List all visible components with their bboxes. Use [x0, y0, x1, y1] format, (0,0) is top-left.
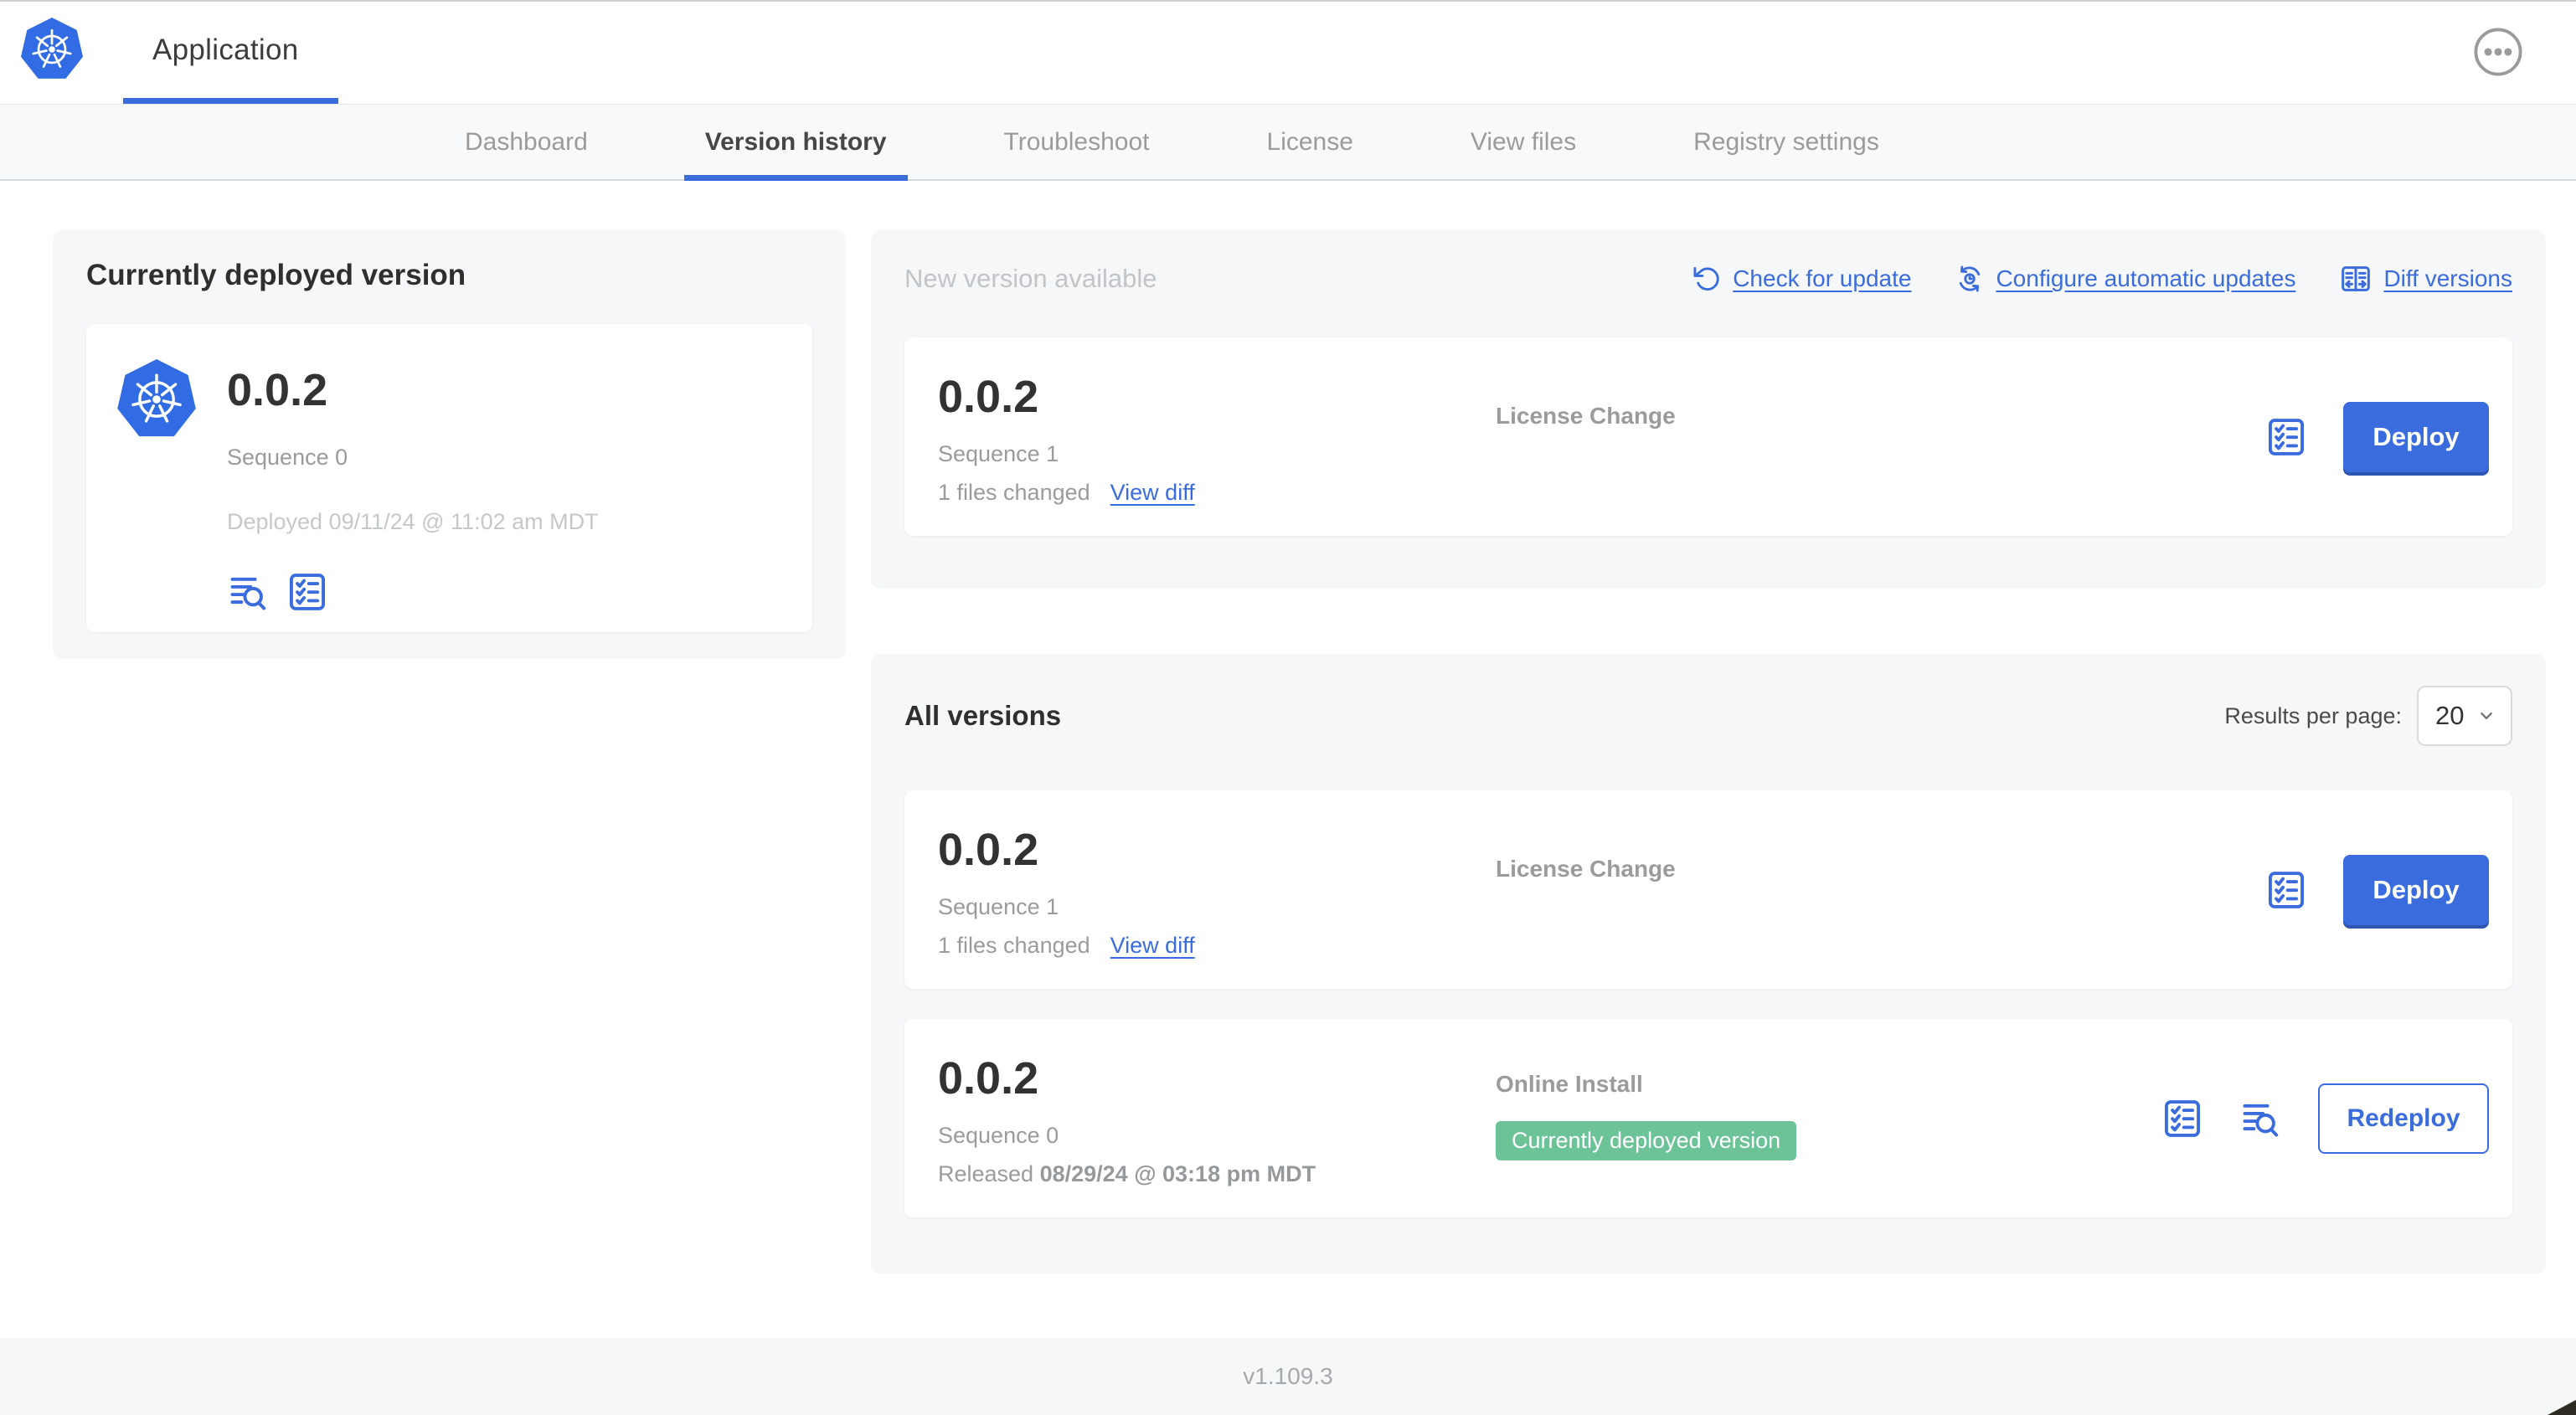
deploy-button[interactable]: Deploy	[2343, 401, 2489, 472]
redeploy-button[interactable]: Redeploy	[2318, 1083, 2489, 1154]
diff-versions-link[interactable]: Diff versions	[2339, 262, 2512, 296]
kubernetes-logo-icon	[20, 15, 84, 84]
window-top-edge	[0, 0, 2576, 2]
cursor-artifact	[2548, 1400, 2576, 1415]
version-number: 0.0.2	[938, 825, 1039, 875]
checklist-icon	[286, 570, 329, 614]
footer-bar: v1.109.3	[0, 1338, 2576, 1415]
schedule-update-icon	[1955, 264, 1985, 294]
tab-license[interactable]: License	[1246, 105, 1374, 179]
logs-icon	[2239, 1097, 2283, 1140]
currently-deployed-card: 0.0.2 Sequence 0 Deployed 09/11/24 @ 11:…	[86, 324, 812, 632]
results-per-page-label: Results per page:	[2224, 702, 2402, 728]
diff-icon	[2339, 262, 2372, 296]
version-row: 0.0.2 Sequence 1 1 files changed View di…	[904, 790, 2512, 989]
console-version-label: v1.109.3	[1243, 1363, 1333, 1389]
app-header: Application	[0, 0, 2576, 104]
check-for-update-link[interactable]: Check for update	[1692, 264, 1911, 294]
tab-view-files[interactable]: View files	[1450, 105, 1597, 179]
ellipsis-icon	[2472, 26, 2524, 78]
released-timestamp: Released 08/29/24 @ 03:18 pm MDT	[938, 1161, 1316, 1186]
preflight-checks-button[interactable]	[286, 570, 329, 614]
version-row: 0.0.2 Sequence 0 Released 08/29/24 @ 03:…	[904, 1019, 2512, 1217]
tab-troubleshoot[interactable]: Troubleshoot	[983, 105, 1171, 179]
logs-icon	[227, 570, 270, 614]
tab-version-history[interactable]: Version history	[683, 105, 908, 181]
view-logs-button[interactable]	[227, 570, 270, 614]
results-per-page-value: 20	[2435, 701, 2465, 730]
view-diff-link[interactable]: View diff	[1110, 480, 1195, 506]
kubernetes-app-icon	[116, 358, 197, 441]
currently-deployed-panel: Currently deployed version 0.0.2 Sequenc…	[53, 230, 846, 659]
results-per-page-select[interactable]: 20	[2417, 686, 2512, 746]
app-tab-active-underline	[123, 98, 338, 104]
new-version-panel: New version available Check for update C…	[871, 230, 2546, 589]
sequence-label: Sequence 1	[938, 441, 1059, 466]
new-version-card: 0.0.2 Sequence 1 1 files changed View di…	[904, 337, 2512, 536]
version-source-label: License Change	[1496, 403, 1676, 429]
currently-deployed-badge: Currently deployed version	[1496, 1121, 1797, 1160]
currently-deployed-title: Currently deployed version	[86, 259, 466, 291]
checklist-icon	[2264, 868, 2308, 912]
configure-automatic-updates-link[interactable]: Configure automatic updates	[1955, 264, 2295, 294]
preflight-checks-button[interactable]	[2264, 415, 2308, 459]
app-tab-title[interactable]: Application	[152, 33, 299, 67]
files-changed-label: 1 files changed	[938, 480, 1090, 505]
version-source-label: Online Install	[1496, 1071, 1643, 1097]
deployed-sequence-label: Sequence 0	[227, 445, 348, 470]
all-versions-panel: All versions Results per page: 20 0.0.2 …	[871, 654, 2546, 1274]
checklist-icon	[2264, 415, 2308, 459]
tab-registry-settings[interactable]: Registry settings	[1672, 105, 1900, 179]
preflight-checks-button[interactable]	[2264, 868, 2308, 912]
version-number: 0.0.2	[938, 372, 1039, 422]
all-versions-title: All versions	[904, 700, 1062, 731]
refresh-icon	[1692, 264, 1722, 294]
tab-dashboard[interactable]: Dashboard	[444, 105, 609, 179]
chevron-down-icon	[2476, 705, 2497, 727]
preflight-checks-button[interactable]	[2161, 1097, 2204, 1140]
view-diff-link[interactable]: View diff	[1110, 933, 1195, 959]
deployed-timestamp: Deployed 09/11/24 @ 11:02 am MDT	[227, 509, 599, 534]
view-logs-button[interactable]	[2239, 1097, 2283, 1140]
checklist-icon	[2161, 1097, 2204, 1140]
overflow-menu-button[interactable]	[2472, 26, 2524, 78]
deploy-button[interactable]: Deploy	[2343, 854, 2489, 925]
version-source-label: License Change	[1496, 856, 1676, 882]
page-tabs: Dashboard Version history Troubleshoot L…	[0, 104, 2576, 181]
sequence-label: Sequence 1	[938, 894, 1059, 919]
files-changed-label: 1 files changed	[938, 933, 1090, 958]
deployed-version-number: 0.0.2	[227, 365, 328, 415]
new-version-title: New version available	[904, 264, 1157, 293]
